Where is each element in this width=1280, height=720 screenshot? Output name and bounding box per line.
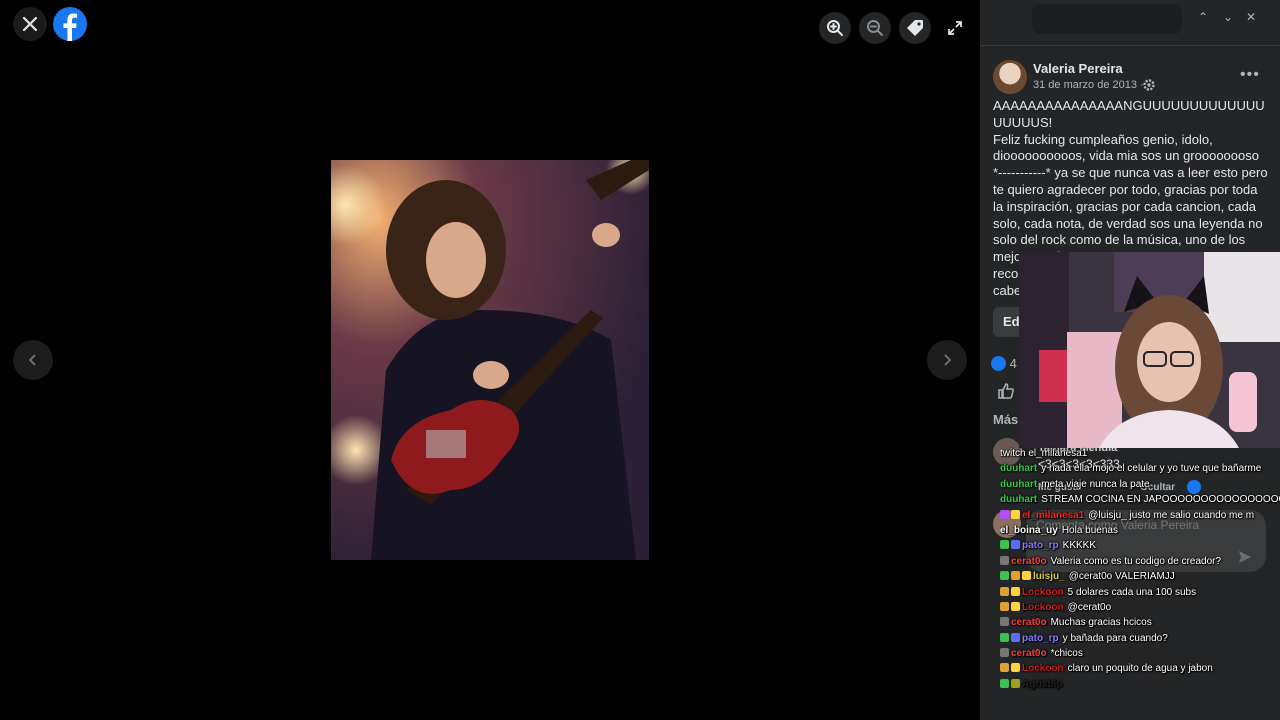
tag-icon — [907, 20, 923, 36]
chat-username: luisju_ — [1033, 571, 1065, 583]
chat-username: duuhart — [1000, 463, 1038, 475]
chat-text: Hola buenas — [1061, 524, 1118, 536]
chat-message: pato_rp y bañada para cuando? — [1000, 631, 1280, 646]
chat-message: cerat0o Muchas gracias hcicos — [1000, 615, 1280, 630]
photo-viewer — [0, 0, 980, 720]
post-date[interactable]: 31 de marzo de 2013 · — [1033, 79, 1144, 91]
chat-message: duuhart meta viaje nunca la pate — [1000, 477, 1280, 492]
guitarist-photo — [331, 160, 649, 560]
like-reaction-icon — [991, 356, 1006, 371]
fullscreen-button[interactable] — [939, 12, 971, 44]
chat-badge-icon — [1011, 663, 1020, 673]
chat-username: cerat0o — [1011, 555, 1047, 567]
facebook-logo[interactable] — [53, 7, 87, 41]
close-button[interactable] — [13, 7, 47, 41]
chevron-down-icon[interactable]: ⌄ — [1223, 10, 1233, 24]
chat-message: luisju_ @cerat0o VALERIAMJJ — [1000, 569, 1280, 584]
chat-username: Agrisbip — [1022, 678, 1063, 690]
chat-username: duuhart — [1000, 494, 1038, 506]
sidebar-top-bar: ⌃ ⌄ ✕ — [980, 0, 1280, 46]
zoom-out-icon — [867, 20, 883, 36]
chat-badge-icon — [1000, 509, 1009, 519]
post-author[interactable]: Valeria Pereira — [1033, 61, 1123, 76]
chat-text: KKKKK — [1062, 540, 1097, 552]
chat-username: el_boina_uy — [1000, 524, 1058, 536]
fullscreen-icon — [948, 21, 962, 35]
chat-message: el_boina_uy Hola buenas — [1000, 523, 1280, 538]
next-photo-button[interactable] — [927, 340, 967, 380]
chat-message: cerat0o Valeria como es tu codigo de crea… — [1000, 554, 1280, 569]
chat-badge-icon — [1000, 617, 1009, 627]
chat-badge-icon — [1011, 586, 1020, 596]
stream-chat-overlay: twitch el_milanesa1 duuhart y nada ella mo… — [1000, 446, 1280, 692]
chat-badge-icon — [1000, 601, 1009, 611]
chat-message: Lockoon claro un poquito de agua y jabon — [1000, 661, 1280, 676]
chat-text: *chicos — [1050, 648, 1083, 660]
chat-username: pato_rp — [1022, 540, 1059, 552]
chevron-right-icon — [944, 354, 952, 366]
chat-message: Lockoon @cerat0o — [1000, 600, 1280, 615]
zoom-in-icon — [827, 20, 843, 36]
chat-text: claro un poquito de agua y jabon — [1067, 663, 1213, 675]
chat-badge-icon — [1000, 555, 1009, 565]
chat-username: pato_rp — [1022, 632, 1059, 644]
chat-username: duuhart — [1000, 478, 1038, 490]
zoom-in-button[interactable] — [819, 12, 851, 44]
chevron-left-icon — [28, 354, 36, 366]
chat-message: twitch el_milanesa1 — [1000, 446, 1280, 461]
chat-badge-icon — [1022, 571, 1031, 581]
chat-badge-icon — [1000, 678, 1009, 688]
chat-badge-icon — [1000, 571, 1009, 581]
chat-badge-icon — [1000, 648, 1009, 658]
chat-text: twitch el_milanesa1 — [1000, 448, 1088, 459]
chat-badge-icon — [1000, 632, 1009, 642]
chat-badge-icon — [1011, 678, 1020, 688]
chat-text: meta viaje nunca la pate — [1041, 478, 1150, 490]
chat-text: 5 dolares cada una 100 subs — [1067, 586, 1197, 598]
chat-message: Agrisbip — [1000, 677, 1280, 692]
search-box[interactable] — [1032, 4, 1182, 34]
chat-badge-icon — [1000, 663, 1009, 673]
chat-text: @cerat0o — [1067, 601, 1112, 613]
more-options-button[interactable]: ••• — [1240, 66, 1260, 84]
chat-badge-icon — [1000, 540, 1009, 550]
zoom-out-button[interactable] — [859, 12, 891, 44]
chat-text: STREAM COCINA EN JAPOOOOOOOOOOOOOOOON — [1041, 494, 1280, 506]
chat-text: y bañada para cuando? — [1062, 632, 1168, 644]
chat-message: duuhart y nada ella mojo el celular y yo … — [1000, 461, 1280, 476]
chat-badge-icon — [1011, 601, 1020, 611]
chat-username: Lockoon — [1022, 601, 1064, 613]
chat-message: cerat0o *chicos — [1000, 646, 1280, 661]
more-comments-link[interactable]: Más — [993, 412, 1018, 427]
chat-badge-icon — [1011, 632, 1020, 642]
chat-username: cerat0o — [1011, 617, 1047, 629]
chevron-up-icon[interactable]: ⌃ — [1198, 10, 1208, 24]
chat-username: cerat0o — [1011, 648, 1047, 660]
chat-message: duuhart STREAM COCINA EN JAPOOOOOOOOOOOOO… — [1000, 492, 1280, 507]
chat-badge-icon — [1011, 509, 1020, 519]
likes-summary[interactable]: 4 — [991, 356, 1017, 371]
gear-icon[interactable] — [1142, 78, 1156, 92]
close-icon[interactable]: ✕ — [1246, 10, 1256, 24]
webcam-overlay — [1019, 252, 1280, 448]
chat-badge-icon — [1011, 540, 1020, 550]
author-avatar[interactable] — [993, 60, 1027, 94]
chat-username: el_milanesa1 — [1022, 509, 1085, 521]
chat-message: pato_rp KKKKK — [1000, 538, 1280, 553]
chat-username: Lockoon — [1022, 586, 1064, 598]
chat-text: @cerat0o VALERIAMJJ — [1068, 571, 1175, 583]
chat-message: el_milanesa1 @luisju_ justo me salio cuan… — [1000, 508, 1280, 523]
chat-badge-icon — [1000, 586, 1009, 596]
chat-text: y nada ella mojo el celular y yo tuve qu… — [1041, 463, 1262, 475]
thumbs-up-icon[interactable] — [997, 382, 1015, 400]
chat-text: @luisju_ justo me salio cuando me m — [1088, 509, 1255, 521]
chat-badge-icon — [1011, 571, 1020, 581]
chat-username: Lockoon — [1022, 663, 1064, 675]
chat-message: Lockoon 5 dolares cada una 100 subs — [1000, 585, 1280, 600]
close-icon — [22, 16, 38, 32]
previous-photo-button[interactable] — [13, 340, 53, 380]
chat-text: Muchas gracias hcicos — [1050, 617, 1152, 629]
chat-text: Valeria como es tu codigo de creador? — [1050, 555, 1222, 567]
tag-button[interactable] — [899, 12, 931, 44]
